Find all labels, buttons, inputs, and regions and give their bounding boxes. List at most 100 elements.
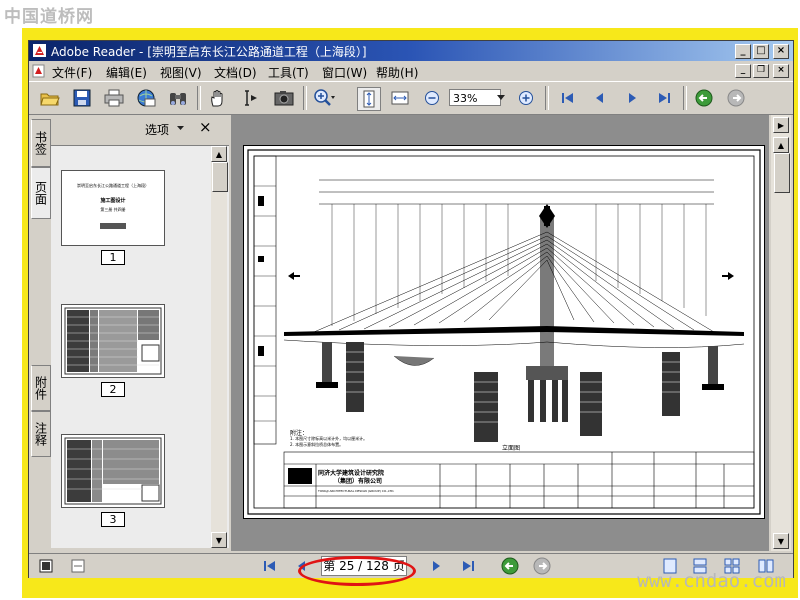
menu-window[interactable]: 窗口(W) (322, 64, 367, 81)
close-panel-button[interactable]: × (199, 118, 212, 136)
magnifier-zoom-icon (314, 89, 335, 106)
document-page: 立面图 附注： 1. 本图尺寸除标高以米计外，均以厘米计。 2. 本图示意斜拉桥… (243, 145, 765, 519)
thumbnail-list[interactable]: 崇明至启东长江公路通道工程（上海段） 施工图设计 第三册 共四册 1 2 3 ▲… (51, 145, 229, 548)
toolbar-separator (545, 86, 549, 110)
title-bar[interactable]: Adobe Reader - [崇明至启东长江公路通道工程（上海段）] _ □ … (29, 41, 793, 61)
scroll-thumb[interactable] (774, 153, 790, 193)
menu-edit[interactable]: 编辑(E) (106, 64, 147, 81)
next-page-icon (433, 561, 440, 571)
options-menu[interactable]: 选项 (145, 121, 169, 138)
menu-document[interactable]: 文档(D) (214, 64, 257, 81)
menu-view[interactable]: 视图(V) (160, 64, 202, 81)
save-button[interactable] (71, 87, 93, 109)
previous-page-button[interactable] (589, 87, 611, 109)
fit-page-icon (363, 90, 375, 108)
minimize-button[interactable]: _ (735, 44, 751, 59)
menu-tools[interactable]: 工具(T) (268, 64, 309, 81)
page-nav-right-button[interactable]: ▶ (773, 117, 789, 133)
search-button[interactable] (167, 87, 189, 109)
status-first-page-button[interactable] (259, 555, 281, 577)
printer-icon (104, 89, 124, 107)
first-page-icon (562, 93, 573, 103)
last-page-icon (463, 561, 474, 571)
thumbnail-scrollbar[interactable]: ▲ ▼ (211, 146, 228, 548)
pages-panel-header: 选项 × (51, 115, 229, 141)
print-button[interactable] (103, 87, 125, 109)
chevron-down-icon (497, 95, 505, 100)
tab-bookmarks[interactable]: 书签 (31, 119, 51, 167)
globe-mail-icon (137, 89, 156, 107)
zoom-in-tool-button[interactable] (313, 87, 335, 109)
status-next-page-button[interactable] (425, 555, 447, 577)
page-number-label: 2 (101, 382, 125, 397)
fit-width-button[interactable] (389, 87, 411, 109)
page-thumbnail[interactable]: 崇明至启东长江公路通道工程（上海段） 施工图设计 第三册 共四册 (61, 170, 165, 246)
thumbnail-table-graphic (64, 307, 162, 375)
adobe-reader-icon (33, 44, 46, 57)
watermark-bottom: www.cndao.com (637, 570, 786, 592)
page-layout-icon (39, 559, 53, 573)
save-disk-icon (73, 89, 91, 107)
back-arrow-icon (501, 557, 519, 575)
first-page-button[interactable] (557, 87, 579, 109)
doc-close-button[interactable]: × (773, 64, 789, 78)
zoom-in-button[interactable] (515, 87, 537, 109)
document-scrollbar[interactable]: ▶ ▲ ▼ (771, 115, 791, 551)
next-page-icon (629, 93, 636, 103)
previous-page-icon (596, 93, 603, 103)
document-view[interactable]: 立面图 附注： 1. 本图尺寸除标高以米计外，均以厘米计。 2. 本图示意斜拉桥… (231, 115, 769, 551)
zoom-dropdown-button[interactable] (495, 87, 507, 109)
status-last-page-button[interactable] (457, 555, 479, 577)
menu-bar: 文件(F) 编辑(E) 视图(V) 文档(D) 工具(T) 窗口(W) 帮助(H… (29, 62, 793, 80)
maximize-button[interactable]: □ (753, 44, 769, 59)
tab-attachments[interactable]: 附件 (31, 365, 51, 411)
minus-circle-icon (425, 91, 439, 105)
go-back-button[interactable] (693, 87, 715, 109)
select-text-button[interactable] (239, 87, 261, 109)
go-forward-button[interactable] (725, 87, 747, 109)
zoom-level-input[interactable]: 33% (449, 89, 501, 106)
page-thumbnail[interactable] (61, 434, 165, 508)
close-button[interactable]: × (773, 44, 789, 59)
back-arrow-icon (695, 89, 713, 107)
tab-comments[interactable]: 注释 (31, 411, 51, 457)
forward-arrow-icon (533, 557, 551, 575)
next-page-button[interactable] (621, 87, 643, 109)
tab-pages[interactable]: 页面 (31, 167, 51, 219)
page-number-label: 1 (101, 250, 125, 265)
status-back-button[interactable] (499, 555, 521, 577)
elevation-label: 立面图 (502, 445, 521, 452)
chevron-down-icon (177, 126, 184, 130)
doc-minimize-button[interactable]: _ (735, 64, 751, 78)
thumbnail-page1-subtitle: 施工图设计 (100, 198, 126, 204)
scroll-down-button[interactable]: ▼ (773, 533, 789, 549)
menu-file[interactable]: 文件(F) (52, 64, 92, 81)
doc-restore-button[interactable]: ❐ (753, 64, 769, 78)
snapshot-button[interactable] (273, 87, 295, 109)
page-size-button[interactable] (35, 555, 57, 577)
email-button[interactable] (135, 87, 157, 109)
company-english-name: TONGJI ARCHITECTURAL DESIGN (GROUP) CO.,… (318, 489, 395, 493)
fit-width-icon (391, 91, 409, 105)
hand-tool-button[interactable] (207, 87, 229, 109)
fit-page-button[interactable] (357, 87, 381, 111)
scroll-thumb[interactable] (212, 162, 228, 192)
thumbnail-page1-volume: 第三册 共四册 (100, 207, 126, 212)
zoom-out-button[interactable] (421, 87, 443, 109)
text-cursor-icon (245, 90, 257, 106)
page-thumbnail[interactable] (61, 304, 165, 378)
toolbar: 33% (29, 81, 793, 115)
scroll-up-button[interactable]: ▲ (211, 146, 227, 162)
open-button[interactable] (39, 87, 61, 109)
status-forward-button[interactable] (531, 555, 553, 577)
scroll-up-button[interactable]: ▲ (773, 137, 789, 153)
window-title: Adobe Reader - [崇明至启东长江公路通道工程（上海段）] (51, 45, 367, 59)
menu-help[interactable]: 帮助(H) (376, 64, 418, 81)
navigation-tabs: 书签 页面 附件 注释 (29, 115, 51, 555)
toolbar-separator (197, 86, 201, 110)
watermark-top: 中国道桥网 (4, 7, 94, 27)
scroll-down-button[interactable]: ▼ (211, 532, 227, 548)
last-page-button[interactable] (653, 87, 675, 109)
last-page-icon (659, 93, 670, 103)
panel-toggle-button[interactable] (67, 555, 89, 577)
